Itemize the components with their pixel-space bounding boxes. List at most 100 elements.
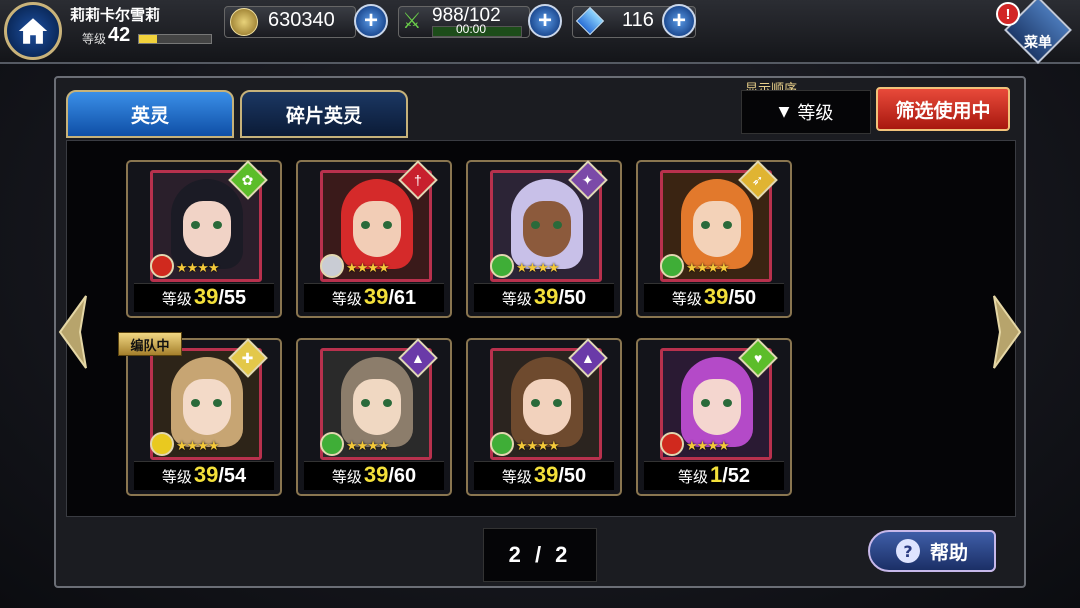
- unit-level-max: /50: [558, 465, 587, 487]
- page-indicator: 2 / 2: [483, 528, 597, 582]
- unit-card[interactable]: ♥ ★★★★ 等级 1/52: [636, 338, 792, 496]
- tab-shard-heroes[interactable]: 碎片英灵: [240, 90, 408, 138]
- portrait-eye: [553, 399, 562, 407]
- element-icon: [320, 254, 344, 278]
- unit-level-label: 等级: [501, 468, 532, 486]
- filter-button[interactable]: 筛选使用中: [876, 87, 1010, 131]
- portrait-face: [693, 201, 741, 257]
- unit-level-max: /55: [218, 287, 247, 309]
- unit-level-label: 等级: [677, 468, 708, 486]
- portrait-eye: [531, 399, 540, 407]
- portrait-eye: [361, 221, 370, 229]
- unit-card[interactable]: ✚ ★★★★ 等级 39/54: [126, 338, 282, 496]
- player-level-label: 等级: [82, 32, 107, 46]
- portrait-face: [353, 379, 401, 435]
- rarity-stars: ★★★★: [176, 438, 220, 453]
- portrait-eye: [723, 221, 732, 229]
- gold-amount: 630340: [268, 9, 335, 31]
- unit-card[interactable]: ➶ ★★★★ 等级 39/50: [636, 160, 792, 318]
- menu-button[interactable]: ! 菜单: [996, 0, 1076, 68]
- unit-card[interactable]: ✿ ★★★★ 等级 39/55: [126, 160, 282, 318]
- next-page-arrow[interactable]: [990, 292, 1024, 372]
- question-icon: ?: [895, 539, 920, 563]
- rarity-stars: ★★★★: [516, 438, 560, 453]
- rarity-stars: ★★★★: [686, 260, 730, 275]
- unit-level-max: /50: [558, 287, 587, 309]
- home-icon: [18, 18, 48, 44]
- unit-level: 39: [363, 462, 389, 487]
- unit-level-max: /52: [722, 465, 751, 487]
- crossed-swords-icon: ⚔: [402, 8, 422, 33]
- unit-level: 39: [533, 284, 559, 309]
- portrait-eye: [531, 221, 540, 229]
- add-gems-button[interactable]: +: [662, 4, 696, 38]
- gold-coin-icon: [230, 8, 258, 36]
- element-icon: [660, 254, 684, 278]
- unit-card[interactable]: ✦ ★★★★ 等级 39/50: [466, 160, 622, 318]
- xp-bar: [138, 34, 212, 44]
- rarity-stars: ★★★★: [346, 260, 390, 275]
- unit-level-bar: 等级 39/50: [644, 283, 784, 312]
- rarity-stars: ★★★★: [346, 438, 390, 453]
- portrait-eye: [553, 221, 562, 229]
- unit-level-label: 等级: [161, 290, 192, 308]
- unit-level-bar: 等级 39/50: [474, 461, 614, 490]
- tab-heroes[interactable]: 英灵: [66, 90, 234, 138]
- portrait-face: [353, 201, 401, 257]
- unit-level-max: /54: [218, 465, 247, 487]
- unit-level: 39: [193, 284, 219, 309]
- help-label: 帮助: [929, 541, 968, 564]
- gem-amount: 116: [622, 9, 654, 31]
- unit-level-label: 等级: [331, 468, 362, 486]
- xp-bar-fill: [139, 35, 157, 43]
- player-level: 42: [108, 24, 131, 46]
- prev-page-arrow[interactable]: [56, 292, 90, 372]
- portrait-eye: [383, 221, 392, 229]
- portrait-eye: [383, 399, 392, 407]
- rarity-stars: ★★★★: [176, 260, 220, 275]
- portrait-face: [523, 379, 571, 435]
- stamina-timer: 00:00: [456, 22, 487, 36]
- help-button[interactable]: ? 帮助: [868, 530, 996, 572]
- arrow-right-icon: [993, 295, 1022, 369]
- portrait-face: [693, 379, 741, 435]
- portrait-eye: [701, 399, 710, 407]
- portrait-eye: [191, 399, 200, 407]
- add-gold-button[interactable]: +: [354, 4, 388, 38]
- unit-card[interactable]: ▲ ★★★★ 等级 39/50: [466, 338, 622, 496]
- chevron-down-icon: ▼: [778, 104, 790, 120]
- unit-level-bar: 等级 39/54: [134, 461, 274, 490]
- unit-level-label: 等级: [501, 290, 532, 308]
- unit-level-bar: 等级 39/60: [304, 461, 444, 490]
- element-icon: [150, 432, 174, 456]
- portrait-face: [523, 201, 571, 257]
- unit-level: 39: [363, 284, 389, 309]
- element-icon: [490, 432, 514, 456]
- element-icon: [490, 254, 514, 278]
- unit-level-label: 等级: [161, 468, 192, 486]
- unit-level-max: /60: [388, 465, 417, 487]
- portrait-eye: [361, 399, 370, 407]
- sort-value: 等级: [797, 103, 834, 124]
- add-stamina-button[interactable]: +: [528, 4, 562, 38]
- unit-card[interactable]: ▲ ★★★★ 等级 39/60: [296, 338, 452, 496]
- in-party-badge: 编队中: [118, 332, 182, 356]
- sort-dropdown[interactable]: ▼ 等级: [741, 90, 871, 134]
- element-icon: [660, 432, 684, 456]
- element-icon: [320, 432, 344, 456]
- unit-card[interactable]: † ★★★★ 等级 39/61: [296, 160, 452, 318]
- unit-level: 39: [703, 284, 729, 309]
- unit-level-label: 等级: [331, 290, 362, 308]
- rarity-stars: ★★★★: [686, 438, 730, 453]
- menu-label: 菜单: [1024, 35, 1052, 51]
- unit-level: 39: [193, 462, 219, 487]
- unit-level-max: /50: [728, 287, 757, 309]
- home-button[interactable]: [4, 2, 62, 60]
- unit-level-bar: 等级 39/50: [474, 283, 614, 312]
- element-icon: [150, 254, 174, 278]
- unit-level: 39: [533, 462, 559, 487]
- arrow-left-icon: [58, 295, 87, 369]
- portrait-eye: [191, 221, 200, 229]
- portrait-eye: [723, 399, 732, 407]
- player-name: 莉莉卡尔雪莉: [70, 6, 161, 24]
